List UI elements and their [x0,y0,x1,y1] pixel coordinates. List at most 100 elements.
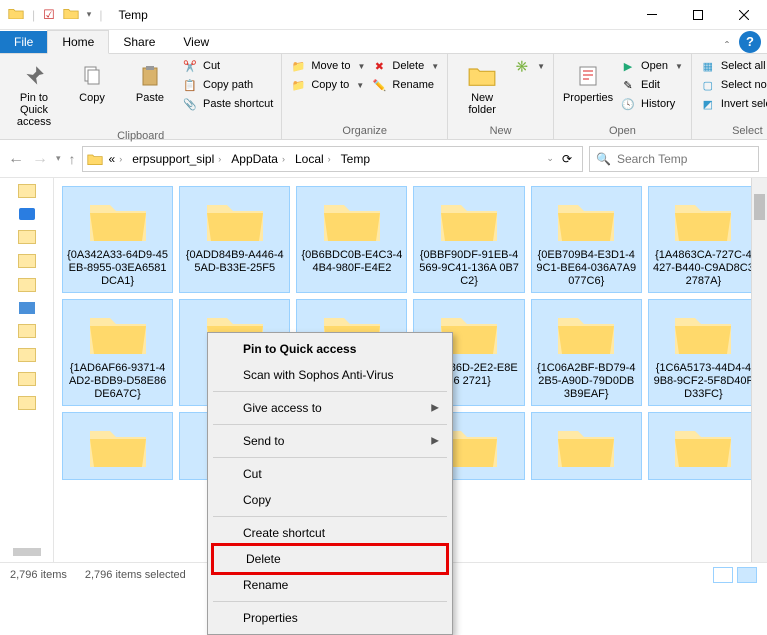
close-button[interactable] [721,0,767,30]
folder-item[interactable]: {1C6A5173-44D4-49B8-9CF2-5F8D40FD33FC} [648,299,759,406]
qat-divider2: | [99,8,102,22]
nav-forward-button[interactable]: → [32,150,48,168]
tree-folder-icon[interactable] [18,396,36,410]
rename-icon: ✏️ [371,77,387,93]
ctx-pin-quick-access[interactable]: Pin to Quick access [211,336,449,362]
open-icon: ▶ [620,58,636,74]
ribbon-collapse[interactable]: ˆ [725,39,729,53]
folder-item[interactable] [531,412,642,480]
copy-button[interactable]: Copy [66,58,118,104]
breadcrumb-seg[interactable]: AppData› [227,152,289,166]
nav-up-button[interactable]: ↑ [69,151,76,167]
folder-icon [671,421,735,471]
move-to-icon: 📁 [290,58,306,74]
details-view-button[interactable] [713,567,733,583]
onedrive-icon[interactable] [19,208,35,220]
status-item-count: 2,796 items [10,569,67,581]
invert-selection-button[interactable]: ◩Invert selection [700,96,767,112]
ctx-scan-sophos[interactable]: Scan with Sophos Anti-Virus [211,362,449,388]
breadcrumb-seg[interactable]: Local› [291,152,335,166]
tree-folder-icon[interactable] [18,254,36,268]
new-item-button[interactable]: ✳️▼ [514,58,545,74]
ctx-give-access[interactable]: Give access to▶ [211,395,449,421]
move-to-button[interactable]: 📁Move to▼ [290,58,365,74]
ctx-properties[interactable]: Properties [211,605,449,631]
icons-view-button[interactable] [737,567,757,583]
copy-to-button[interactable]: 📁Copy to▼ [290,77,365,93]
folder-item[interactable]: {0B6BDC0B-E4C3-44B4-980F-E4E2 [296,186,407,293]
qat-checkbox-icon[interactable]: ☑ [43,7,55,23]
nav-recent-dropdown[interactable]: ▾ [56,153,61,164]
ctx-delete[interactable]: Delete [211,543,449,575]
breadcrumb-seg[interactable]: Temp [337,152,374,166]
this-pc-icon[interactable] [19,302,35,314]
folder-name: {0A342A33-64D9-45EB-8955-03EA6581DCA1} [67,249,168,288]
folder-item[interactable]: {1C06A2BF-BD79-42B5-A90D-79D0DB3B9EAF} [531,299,642,406]
ctx-rename[interactable]: Rename [211,572,449,598]
properties-button[interactable]: Properties [562,58,614,104]
folder-name: {0B6BDC0B-E4C3-44B4-980F-E4E2 [301,249,402,275]
folder-item[interactable]: {1AD6AF66-9371-4AD2-BDB9-D58E86DE6A7C} [62,299,173,406]
group-clipboard-label: Clipboard [8,128,273,142]
navigation-pane[interactable] [0,178,54,562]
folder-item[interactable]: {0A342A33-64D9-45EB-8955-03EA6581DCA1} [62,186,173,293]
tree-folder-icon[interactable] [18,348,36,362]
ctx-copy[interactable]: Copy [211,487,449,513]
tab-home[interactable]: Home [47,30,109,54]
folder-item[interactable]: {1A4863CA-727C-4427-B440-C9AD8C32787A} [648,186,759,293]
delete-icon: ✖ [371,58,387,74]
rename-button[interactable]: ✏️Rename [371,77,439,93]
paste-button[interactable]: Paste [124,58,176,104]
ctx-cut[interactable]: Cut [211,461,449,487]
tree-folder-icon[interactable] [18,230,36,244]
copy-to-icon: 📁 [290,77,306,93]
paste-icon [136,62,164,90]
maximize-button[interactable] [675,0,721,30]
history-button[interactable]: 🕓History [620,96,683,112]
folder-item[interactable]: {0ADD84B9-A446-45AD-B33E-25F5 [179,186,290,293]
qat-overflow[interactable]: ▾ [87,9,92,20]
window-title: Temp [118,8,147,22]
context-menu: Pin to Quick access Scan with Sophos Ant… [207,332,453,635]
tree-folder-icon[interactable] [18,278,36,292]
folder-item[interactable] [62,412,173,480]
paste-shortcut-button[interactable]: 📎Paste shortcut [182,96,273,112]
tab-view[interactable]: View [169,31,223,53]
ribbon: Pin to Quick access Copy Paste ✂️Cut 📋Co… [0,54,767,140]
delete-button[interactable]: ✖Delete▼ [371,58,439,74]
help-button[interactable]: ? [739,31,761,53]
address-bar[interactable]: «› erpsupport_sipl› AppData› Local› Temp… [82,146,583,172]
folder-item[interactable]: {0EB709B4-E3D1-49C1-BE64-036A7A9077C6} [531,186,642,293]
folder-item[interactable]: {0BBF90DF-91EB-4569-9C41-136A 0B7C2} [413,186,524,293]
ctx-send-to[interactable]: Send to▶ [211,428,449,454]
ctx-separator [213,601,447,602]
edit-button[interactable]: ✎Edit [620,77,683,93]
tree-hscroll[interactable] [13,548,41,556]
nav-back-button[interactable]: ← [8,150,24,168]
select-none-button[interactable]: ▢Select none [700,77,767,93]
scrollbar-thumb[interactable] [754,194,765,220]
history-icon: 🕓 [620,96,636,112]
pin-quick-access-button[interactable]: Pin to Quick access [8,58,60,128]
tree-folder-icon[interactable] [18,184,36,198]
edit-icon: ✎ [620,77,636,93]
search-box[interactable]: 🔍 Search Temp [589,146,759,172]
open-button[interactable]: ▶Open▼ [620,58,683,74]
copy-path-button[interactable]: 📋Copy path [182,77,273,93]
folder-item[interactable] [648,412,759,480]
refresh-button[interactable]: ⟳ [556,152,578,166]
tab-share[interactable]: Share [109,31,169,53]
tree-folder-icon[interactable] [18,372,36,386]
select-all-button[interactable]: ▦Select all [700,58,767,74]
cut-button[interactable]: ✂️Cut [182,58,273,74]
vertical-scrollbar[interactable] [751,178,767,562]
folder-icon [554,421,618,471]
tree-folder-icon[interactable] [18,324,36,338]
tab-file[interactable]: File [0,31,47,53]
copy-icon [78,62,106,90]
new-folder-button[interactable]: New folder [456,58,508,116]
folder-icon [671,195,735,245]
address-dropdown[interactable]: ⌄ [546,153,554,164]
minimize-button[interactable] [629,0,675,30]
breadcrumb-seg[interactable]: erpsupport_sipl› [128,152,225,166]
